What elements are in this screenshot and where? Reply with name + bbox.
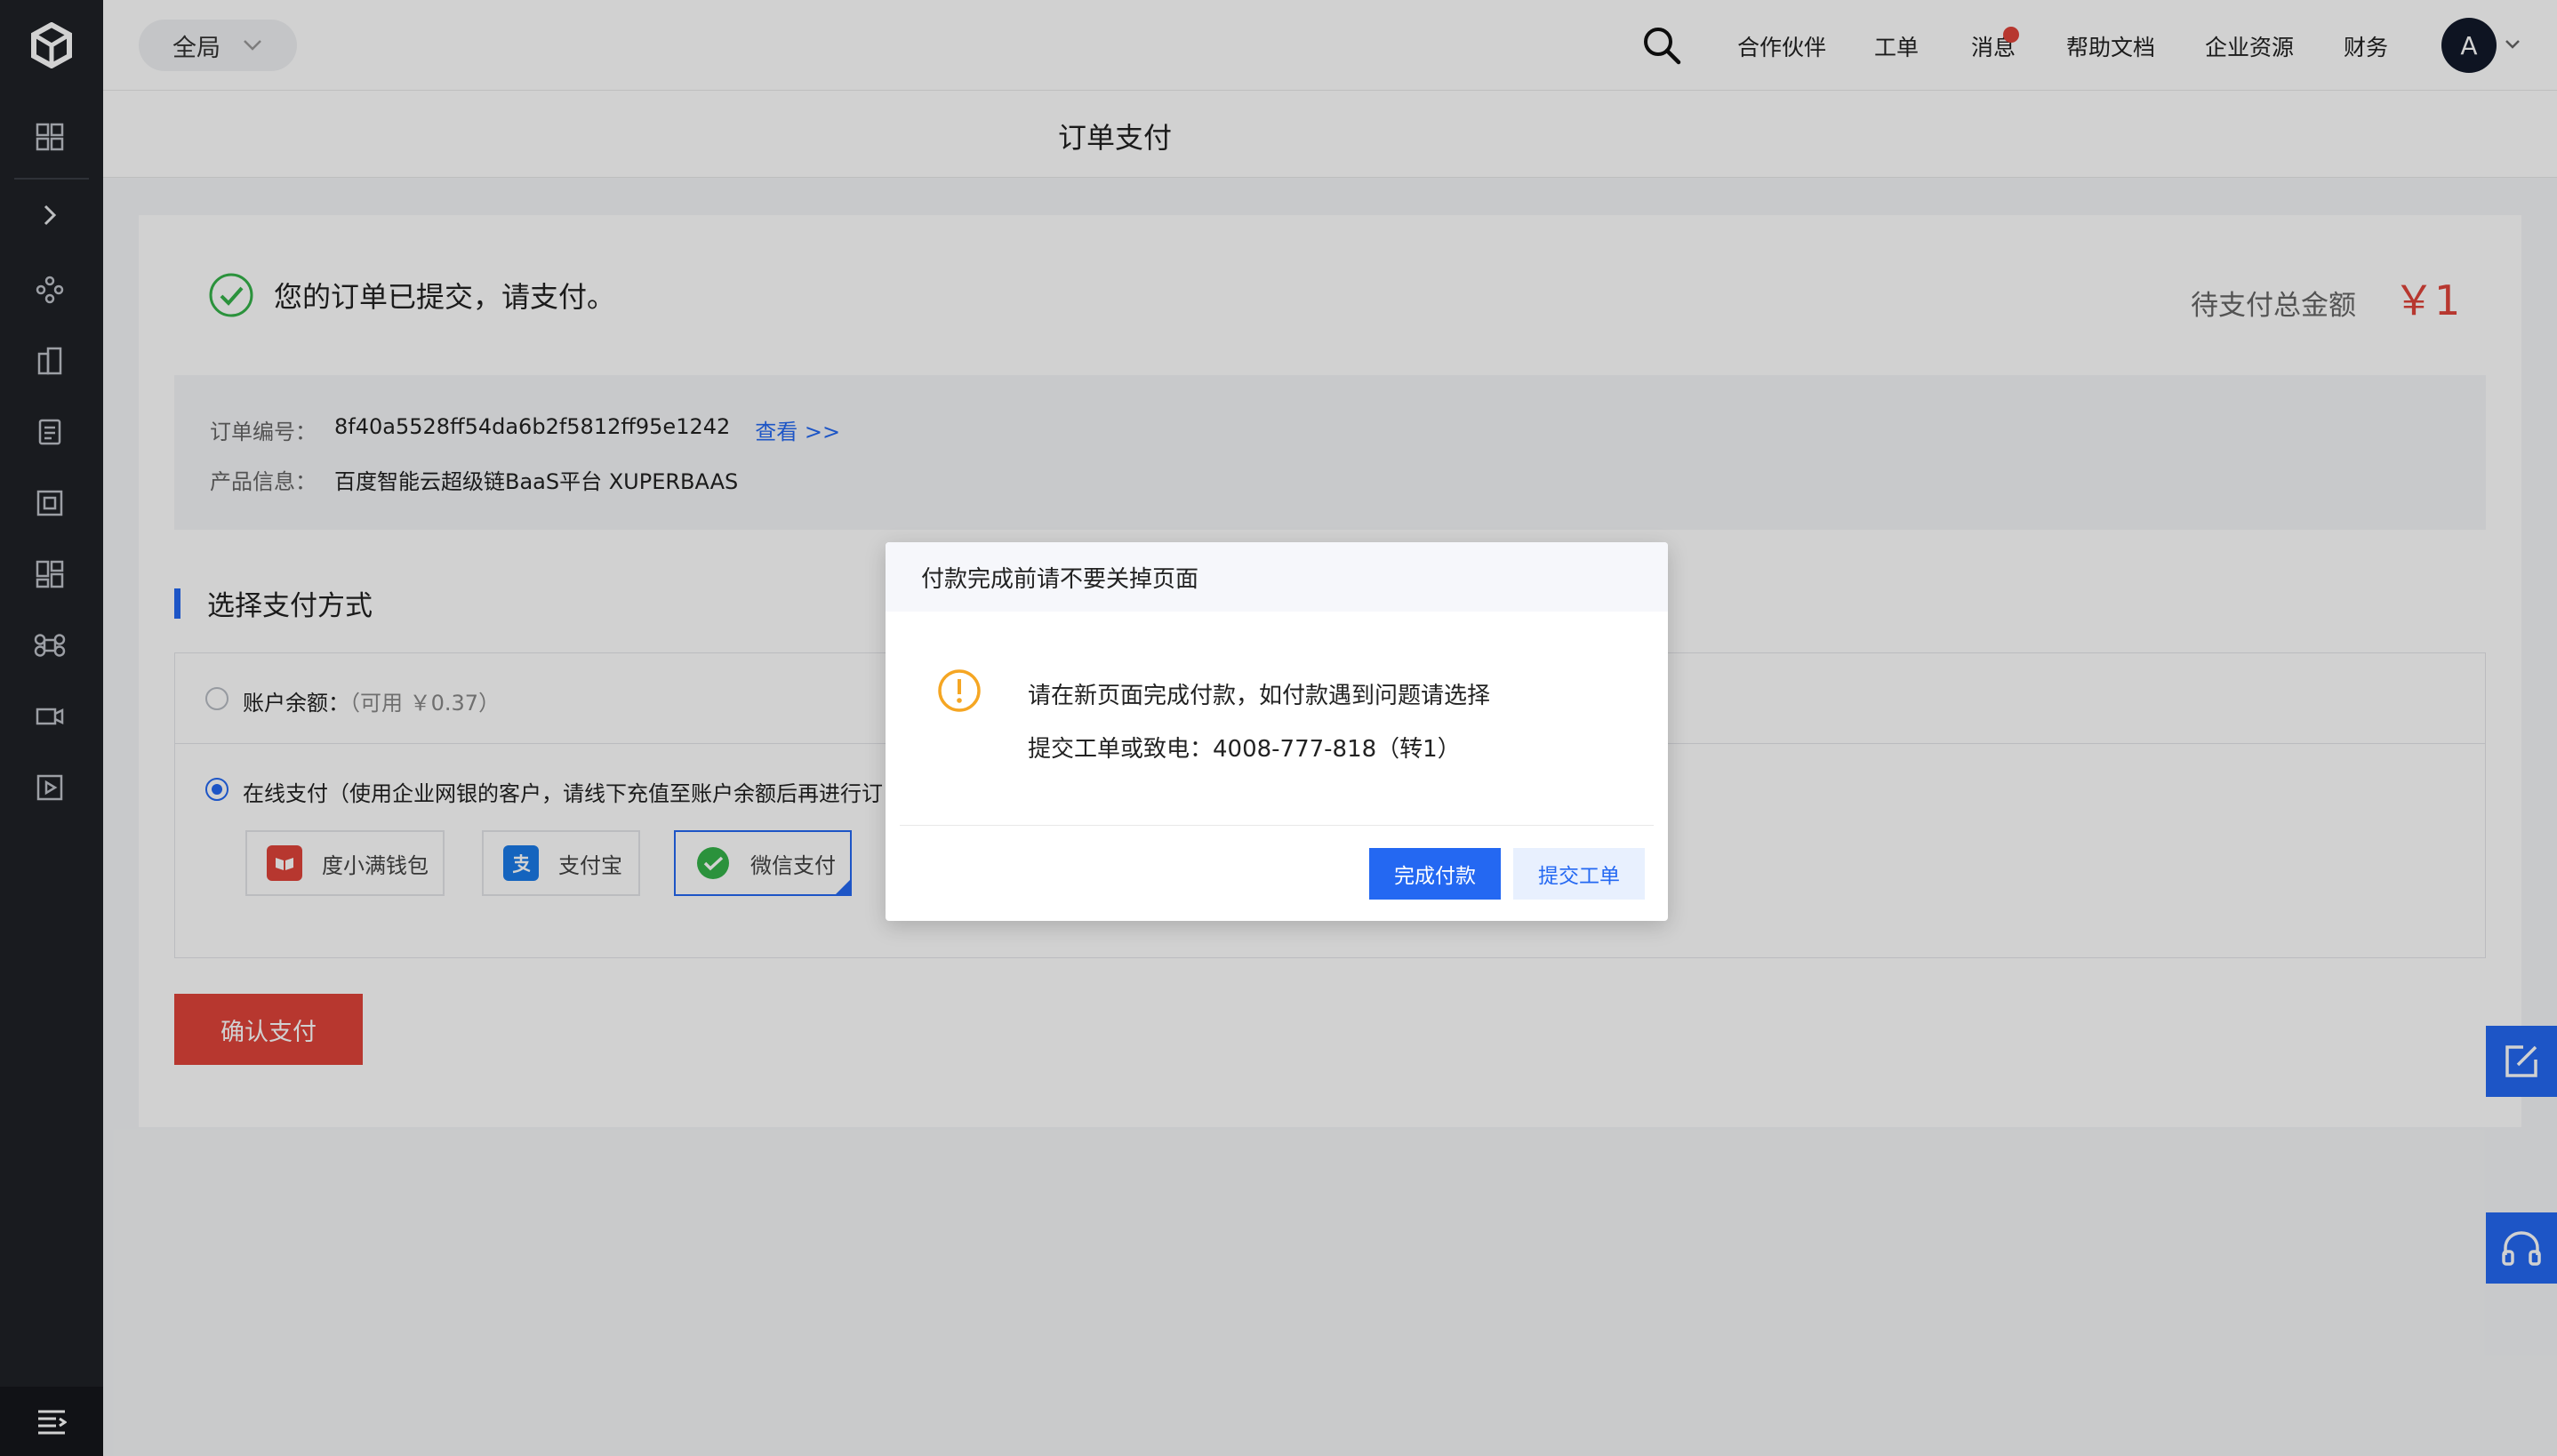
payment-complete-button[interactable]: 完成付款 (1369, 848, 1501, 900)
dialog-divider (900, 825, 1654, 826)
submit-ticket-button[interactable]: 提交工单 (1513, 848, 1645, 900)
dialog-message-line2: 提交工单或致电：4008-777-818（转1） (1028, 736, 1461, 763)
payment-dialog: 付款完成前请不要关掉页面 请在新页面完成付款，如付款遇到问题请选择 提交工单或致… (886, 542, 1668, 921)
warning-icon (938, 669, 981, 712)
dialog-title: 付款完成前请不要关掉页面 (886, 542, 1668, 612)
dialog-message-line1: 请在新页面完成付款，如付款遇到问题请选择 (1028, 683, 1491, 709)
